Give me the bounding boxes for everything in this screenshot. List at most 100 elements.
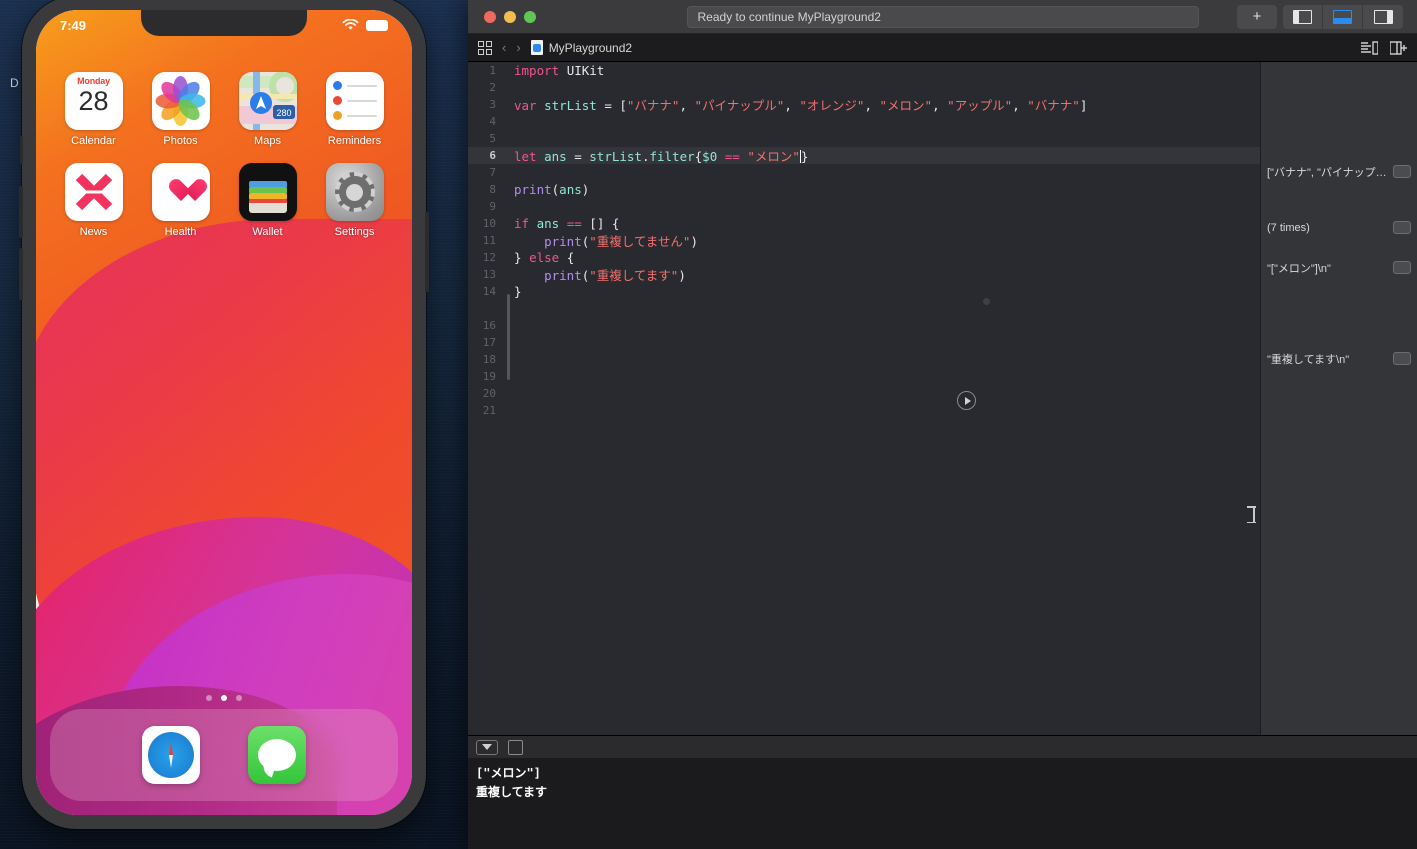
code-line[interactable]: 3 var strList = ["バナナ", "パイナップル", "オレンジ",… xyxy=(468,96,1260,113)
maps-icon[interactable]: 280 xyxy=(238,72,297,130)
code-line[interactable]: 11 print("重複してません") xyxy=(468,232,1260,249)
toggle-inspector-button[interactable] xyxy=(1363,5,1403,29)
app-label: Settings xyxy=(334,226,375,238)
iphone-simulator-window[interactable]: 7:49 Monday 28 Calendar Photos 280 Maps … xyxy=(19,0,429,829)
code-line[interactable]: 20 xyxy=(468,385,1260,402)
code-line[interactable]: 2 xyxy=(468,79,1260,96)
code-line[interactable]: 5 xyxy=(468,130,1260,147)
messages-icon[interactable] xyxy=(248,726,306,784)
line-number: 12 xyxy=(482,251,496,264)
code-line[interactable]: 17 xyxy=(468,334,1260,351)
app-photos[interactable]: Photos xyxy=(137,72,224,147)
sim-volume-up-button[interactable] xyxy=(19,186,23,238)
quick-look-button[interactable] xyxy=(1393,261,1411,274)
app-maps[interactable]: 280 Maps xyxy=(224,72,311,147)
code-text: } else { xyxy=(514,250,575,265)
app-health[interactable]: Health xyxy=(137,163,224,238)
line-number: 19 xyxy=(482,370,496,383)
app-grid: Monday 28 Calendar Photos 280 Maps Remin… xyxy=(36,72,412,238)
result-text: (7 times) xyxy=(1267,221,1310,234)
app-reminders[interactable]: Reminders xyxy=(311,72,398,147)
add-editor-icon[interactable] xyxy=(1390,40,1407,55)
sim-power-button[interactable] xyxy=(425,212,429,292)
app-label: Maps xyxy=(254,135,281,147)
forward-button[interactable]: › xyxy=(516,40,520,55)
result-text: "["メロン"]\n" xyxy=(1267,262,1331,275)
close-button[interactable] xyxy=(484,10,496,23)
back-button[interactable]: ‹ xyxy=(502,40,506,55)
calendar-icon[interactable]: Monday 28 xyxy=(64,72,123,130)
line-number: 13 xyxy=(482,268,496,281)
code-line[interactable]: 6 let ans = strList.filter{$0 == "メロン"} xyxy=(468,147,1260,164)
page-dot[interactable] xyxy=(206,695,212,701)
result-text: ["バナナ", "パイナップル"... xyxy=(1267,166,1389,179)
line-number: 6 xyxy=(489,149,496,162)
app-settings[interactable]: Settings xyxy=(311,163,398,238)
line-number: 2 xyxy=(489,81,496,94)
result-row[interactable]: ["バナナ", "パイナップル"... xyxy=(1261,163,1417,180)
related-items-icon[interactable] xyxy=(478,40,492,55)
news-icon[interactable] xyxy=(64,163,123,221)
photos-icon[interactable] xyxy=(151,72,210,130)
line-number: 5 xyxy=(489,132,496,145)
page-dot[interactable] xyxy=(236,695,242,701)
code-line[interactable]: 9 xyxy=(468,198,1260,215)
app-label: Calendar xyxy=(71,135,116,147)
health-icon[interactable] xyxy=(151,163,210,221)
code-line[interactable]: 7 xyxy=(468,164,1260,181)
code-line[interactable]: 4 xyxy=(468,113,1260,130)
quick-look-button[interactable] xyxy=(1393,165,1411,178)
swift-file-icon xyxy=(530,40,543,55)
editor-layout-segments xyxy=(1283,4,1403,29)
line-number: 20 xyxy=(482,387,496,400)
result-row[interactable]: "["メロン"]\n" xyxy=(1261,259,1417,276)
panel-toggle-icon[interactable] xyxy=(508,739,523,755)
add-button[interactable]: + xyxy=(1237,4,1277,29)
app-label: Health xyxy=(164,226,197,238)
safari-icon[interactable] xyxy=(142,726,200,784)
reminders-icon[interactable] xyxy=(325,72,384,130)
page-dot-active[interactable] xyxy=(221,695,227,701)
app-calendar[interactable]: Monday 28 Calendar xyxy=(50,72,137,147)
toggle-navigator-button[interactable] xyxy=(1283,4,1323,29)
code-line[interactable]: 14} xyxy=(468,283,1260,300)
zoom-button[interactable] xyxy=(524,10,536,23)
code-line[interactable]: 12 } else { xyxy=(468,249,1260,266)
code-line[interactable]: 18 xyxy=(468,351,1260,368)
code-line[interactable]: 19 xyxy=(468,368,1260,385)
code-line[interactable]: 13 print("重複してます") xyxy=(468,266,1260,283)
simulator-screen[interactable]: 7:49 Monday 28 Calendar Photos 280 Maps … xyxy=(36,10,412,815)
breadcrumb-file-label: MyPlayground2 xyxy=(548,40,633,55)
xcode-window[interactable]: Ready to continue MyPlayground2 + ‹ › My… xyxy=(468,0,1417,849)
console-line: 重複してます xyxy=(476,785,548,799)
code-line[interactable]: 8 print(ans) xyxy=(468,181,1260,198)
breadcrumb-file[interactable]: MyPlayground2 xyxy=(530,40,633,55)
code-line[interactable]: 1 import UIKit xyxy=(468,62,1260,79)
minimize-button[interactable] xyxy=(504,10,516,23)
minimap-toggle-icon[interactable] xyxy=(1361,40,1378,55)
execute-playground-button[interactable] xyxy=(957,391,976,410)
quick-look-button[interactable] xyxy=(1393,352,1411,365)
app-news[interactable]: News xyxy=(50,163,137,238)
app-wallet[interactable]: Wallet xyxy=(224,163,311,238)
filter-icon[interactable] xyxy=(476,739,498,755)
sim-volume-down-button[interactable] xyxy=(19,248,23,300)
settings-icon[interactable] xyxy=(325,163,384,221)
result-text: "重複してます\n" xyxy=(1267,353,1350,366)
wallet-icon[interactable] xyxy=(238,163,297,221)
code-line[interactable]: 10 if ans == [] { xyxy=(468,215,1260,232)
quick-look-button[interactable] xyxy=(1393,221,1411,234)
sim-mute-switch[interactable] xyxy=(20,136,23,164)
line-number: 4 xyxy=(489,115,496,128)
toggle-debug-area-button[interactable] xyxy=(1323,4,1363,29)
result-row[interactable]: (7 times) xyxy=(1261,219,1417,236)
code-text: print(ans) xyxy=(514,182,590,197)
result-row[interactable]: "重複してます\n" xyxy=(1261,350,1417,367)
code-line[interactable]: 16 xyxy=(468,317,1260,334)
code-line[interactable]: 21 xyxy=(468,402,1260,419)
code-text: let ans = strList.filter{$0 == "メロン"} xyxy=(514,149,809,164)
breakpoint-marker[interactable] xyxy=(983,298,990,305)
code-line[interactable] xyxy=(468,300,1260,317)
code-editor[interactable]: 1 import UIKit 2 3 var strList = ["バナナ", "パイ… xyxy=(468,62,1260,735)
console-output[interactable]: ["メロン"] 重複してます xyxy=(468,758,1417,849)
